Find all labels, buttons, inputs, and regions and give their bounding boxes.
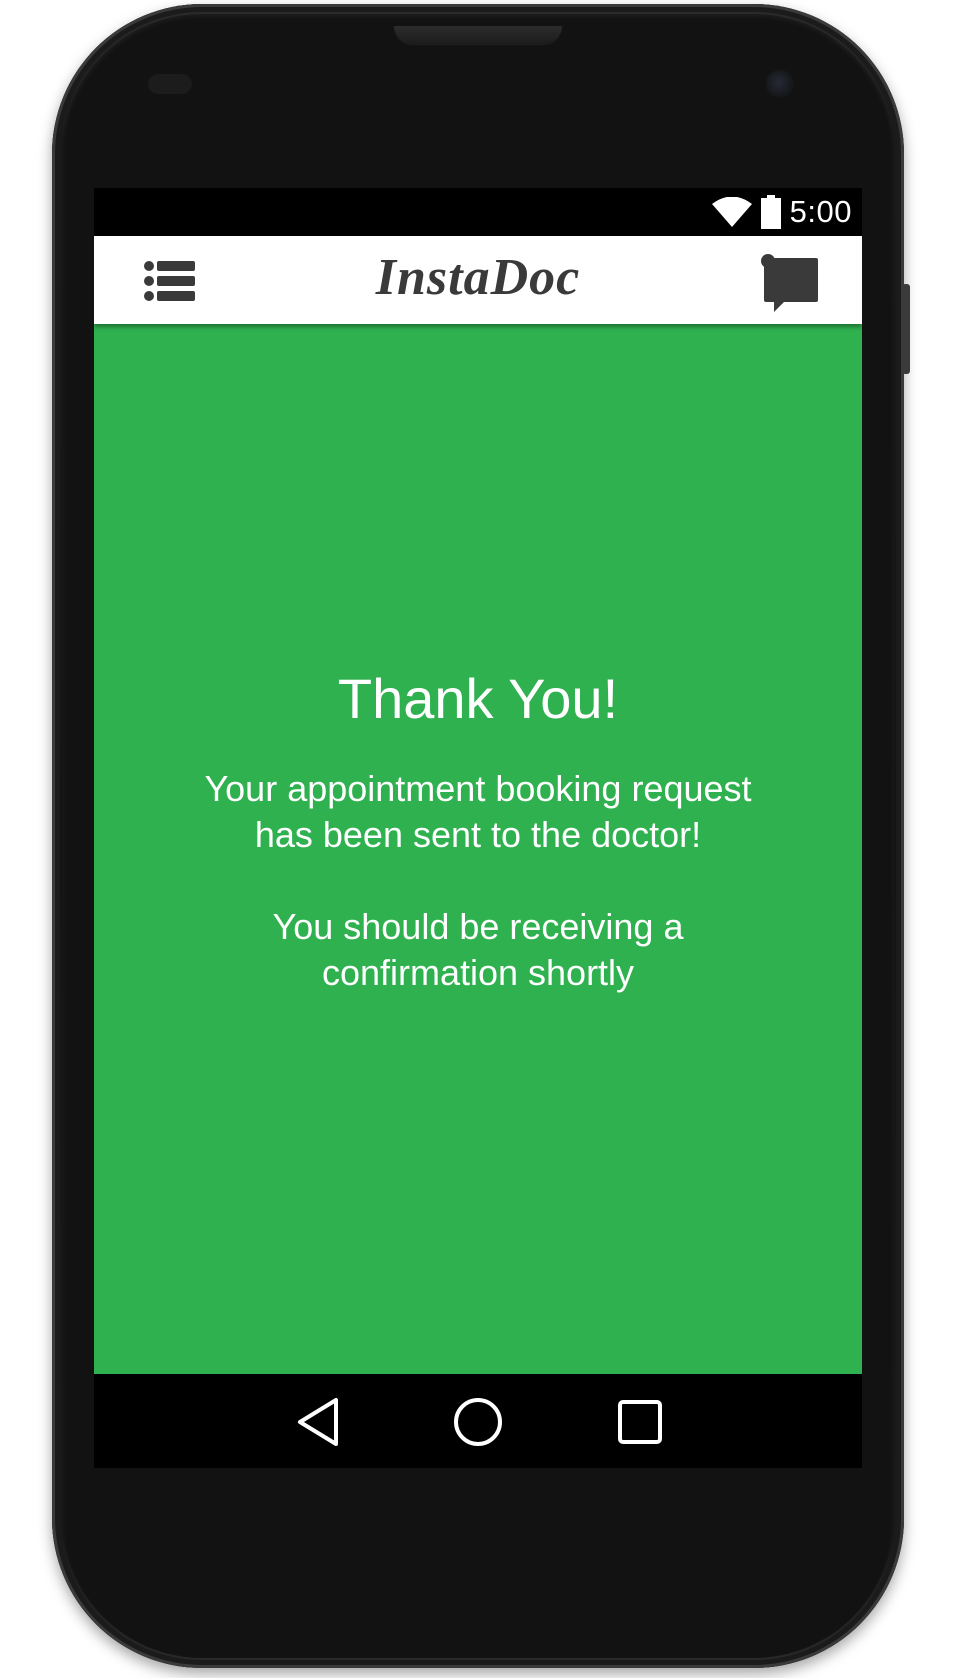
recents-square-icon[interactable] [612, 1394, 668, 1450]
status-icons: 5:00 [711, 194, 852, 229]
app-title: InstaDoc [375, 249, 581, 306]
confirmation-panel: Thank You! Your appointment booking requ… [94, 324, 862, 1374]
proximity-sensor [148, 74, 192, 94]
confirmation-message-line-1: You should be receiving a [272, 906, 684, 947]
back-triangle-icon[interactable] [292, 1394, 348, 1450]
booking-sent-message: Your appointment booking request has bee… [94, 766, 862, 858]
front-camera [766, 70, 794, 98]
booking-message-line-2: has been sent to the doctor! [254, 814, 702, 855]
earpiece-speaker [394, 26, 562, 44]
confirmation-message-line-2: confirmation shortly [321, 952, 635, 993]
wifi-icon [711, 197, 752, 227]
chat-bubble-icon[interactable] [760, 252, 822, 314]
app-bar: InstaDoc [94, 236, 862, 324]
booking-message-line-1: Your appointment booking request [204, 768, 752, 809]
battery-icon [760, 195, 782, 229]
navigation-bar [94, 1374, 862, 1468]
device-screen: 5:00 InstaDoc Thank You! Your appointmen… [94, 188, 862, 1468]
status-clock: 5:00 [789, 194, 852, 229]
thank-you-heading: Thank You! [337, 667, 619, 730]
home-circle-icon[interactable] [450, 1394, 506, 1450]
power-button [902, 284, 910, 374]
confirmation-message: You should be receiving a confirmation s… [94, 904, 862, 996]
status-bar: 5:00 [94, 188, 862, 236]
